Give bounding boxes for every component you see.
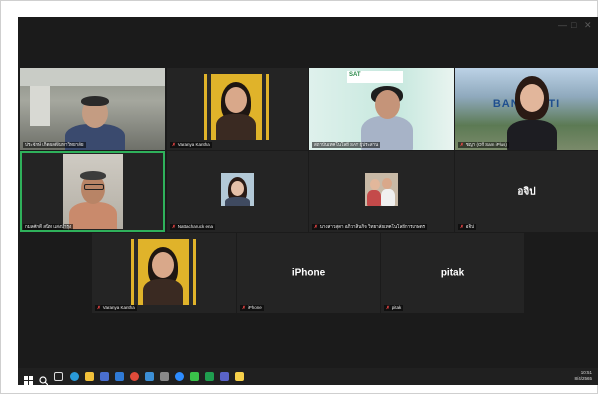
excel-icon[interactable] — [205, 372, 214, 381]
participant-name: ✗ อจิป — [458, 224, 476, 230]
task-view-icon[interactable] — [54, 372, 63, 381]
muted-mic-icon: ✗ — [172, 142, 176, 147]
participant-name: ✗ Varanya Kantha — [95, 305, 137, 311]
muted-mic-icon: ✗ — [314, 224, 318, 229]
participant-display-name: อจิป — [517, 186, 536, 197]
participant-display-name: pitak — [440, 267, 465, 279]
settings-icon[interactable] — [160, 372, 169, 381]
muted-mic-icon: ✗ — [172, 224, 176, 229]
participant-name: ประจักษ์ เกิดผลดี/มหาวิทยาลัย — [23, 142, 86, 148]
muted-mic-icon: ✗ — [242, 305, 246, 310]
participant-name: ✗ นางสาวสุดา อภิวาสินกิจ วิทยาลัยเทคโนโลย… — [312, 224, 428, 230]
participant-name: สถาบันเทคโนโลยี SAT ผู้ประสาน — [312, 142, 381, 148]
participant-name: ✗ pitak — [384, 305, 404, 311]
participant-video: SAT — [309, 68, 454, 150]
search-icon[interactable] — [39, 372, 49, 385]
participant-video — [20, 68, 165, 150]
muted-mic-icon: ✗ — [97, 305, 101, 310]
participant-video — [204, 74, 269, 140]
muted-mic-icon: ✗ — [460, 224, 464, 229]
file-explorer-icon[interactable] — [85, 372, 94, 381]
maximize-icon[interactable]: □ — [571, 20, 576, 30]
zoom-icon[interactable] — [175, 372, 184, 381]
zoom-meeting-window: — □ ✕ ประจักษ์ เกิดผลดี/มหาวิทยาลัย ✗ Var… — [18, 17, 598, 385]
participant-tile[interactable]: ประจักษ์ เกิดผลดี/มหาวิทยาลัย — [20, 68, 165, 150]
muted-mic-icon: ✗ — [460, 142, 464, 147]
participant-tile[interactable]: ✗ นางสาวสุดา อภิวาสินกิจ วิทยาลัยเทคโนโลย… — [309, 151, 454, 232]
teams-icon[interactable] — [220, 372, 229, 381]
participant-profile-picture — [221, 173, 254, 206]
close-icon[interactable]: ✕ — [584, 20, 592, 30]
participant-name: ✗ iPhone — [240, 305, 264, 311]
minimize-icon[interactable]: — — [558, 20, 567, 30]
participant-tile[interactable]: ✗ Varanya Kantha — [167, 68, 308, 150]
photos-icon[interactable] — [145, 372, 154, 381]
system-clock[interactable]: 10:51 8/4/2565 — [574, 370, 592, 382]
windows-start-icon[interactable] — [24, 372, 33, 385]
participant-name: ✗ Varanya Kantha — [170, 142, 212, 148]
clock-date: 8/4/2565 — [574, 376, 592, 381]
windows-taskbar: 10:51 8/4/2565 — [18, 368, 598, 385]
participant-video: BANGMUTI — [455, 68, 598, 150]
participant-tile[interactable]: SAT สถาบันเทคโนโลยี SAT ผู้ประสาน — [309, 68, 454, 150]
participant-tile[interactable]: pitak ✗ pitak — [381, 233, 524, 313]
muted-mic-icon: ✗ — [386, 305, 390, 310]
participant-video — [63, 154, 123, 229]
participant-tile[interactable]: ✗ Varanya Kantha — [92, 233, 236, 313]
participant-tile[interactable]: ✗ Nattacharuck ena — [167, 151, 308, 232]
edge-icon[interactable] — [70, 372, 79, 381]
participant-name: กมลศักดิ์ สนิท แสงบำรุง — [23, 224, 74, 230]
participant-video — [131, 239, 196, 305]
participant-name: ✗ Nattacharuck ena — [170, 224, 216, 230]
participant-tile[interactable]: iPhone ✗ iPhone — [237, 233, 380, 313]
notes-icon[interactable] — [235, 372, 244, 381]
line-icon[interactable] — [190, 372, 199, 381]
store-icon[interactable] — [100, 372, 109, 381]
participant-tile[interactable]: อจิป ✗ อจิป — [455, 151, 598, 232]
chrome-icon[interactable] — [130, 372, 139, 381]
participant-profile-picture — [365, 173, 398, 206]
mail-icon[interactable] — [115, 372, 124, 381]
participant-name: ✗ ชญา (Off Sam iPlus) — [458, 142, 509, 148]
participant-tile-active-speaker[interactable]: กมลศักดิ์ สนิท แสงบำรุง — [20, 151, 165, 232]
participant-display-name: iPhone — [291, 267, 326, 279]
participant-tile[interactable]: BANGMUTI ✗ชญา (Off Sam iPlus) — [455, 68, 598, 150]
